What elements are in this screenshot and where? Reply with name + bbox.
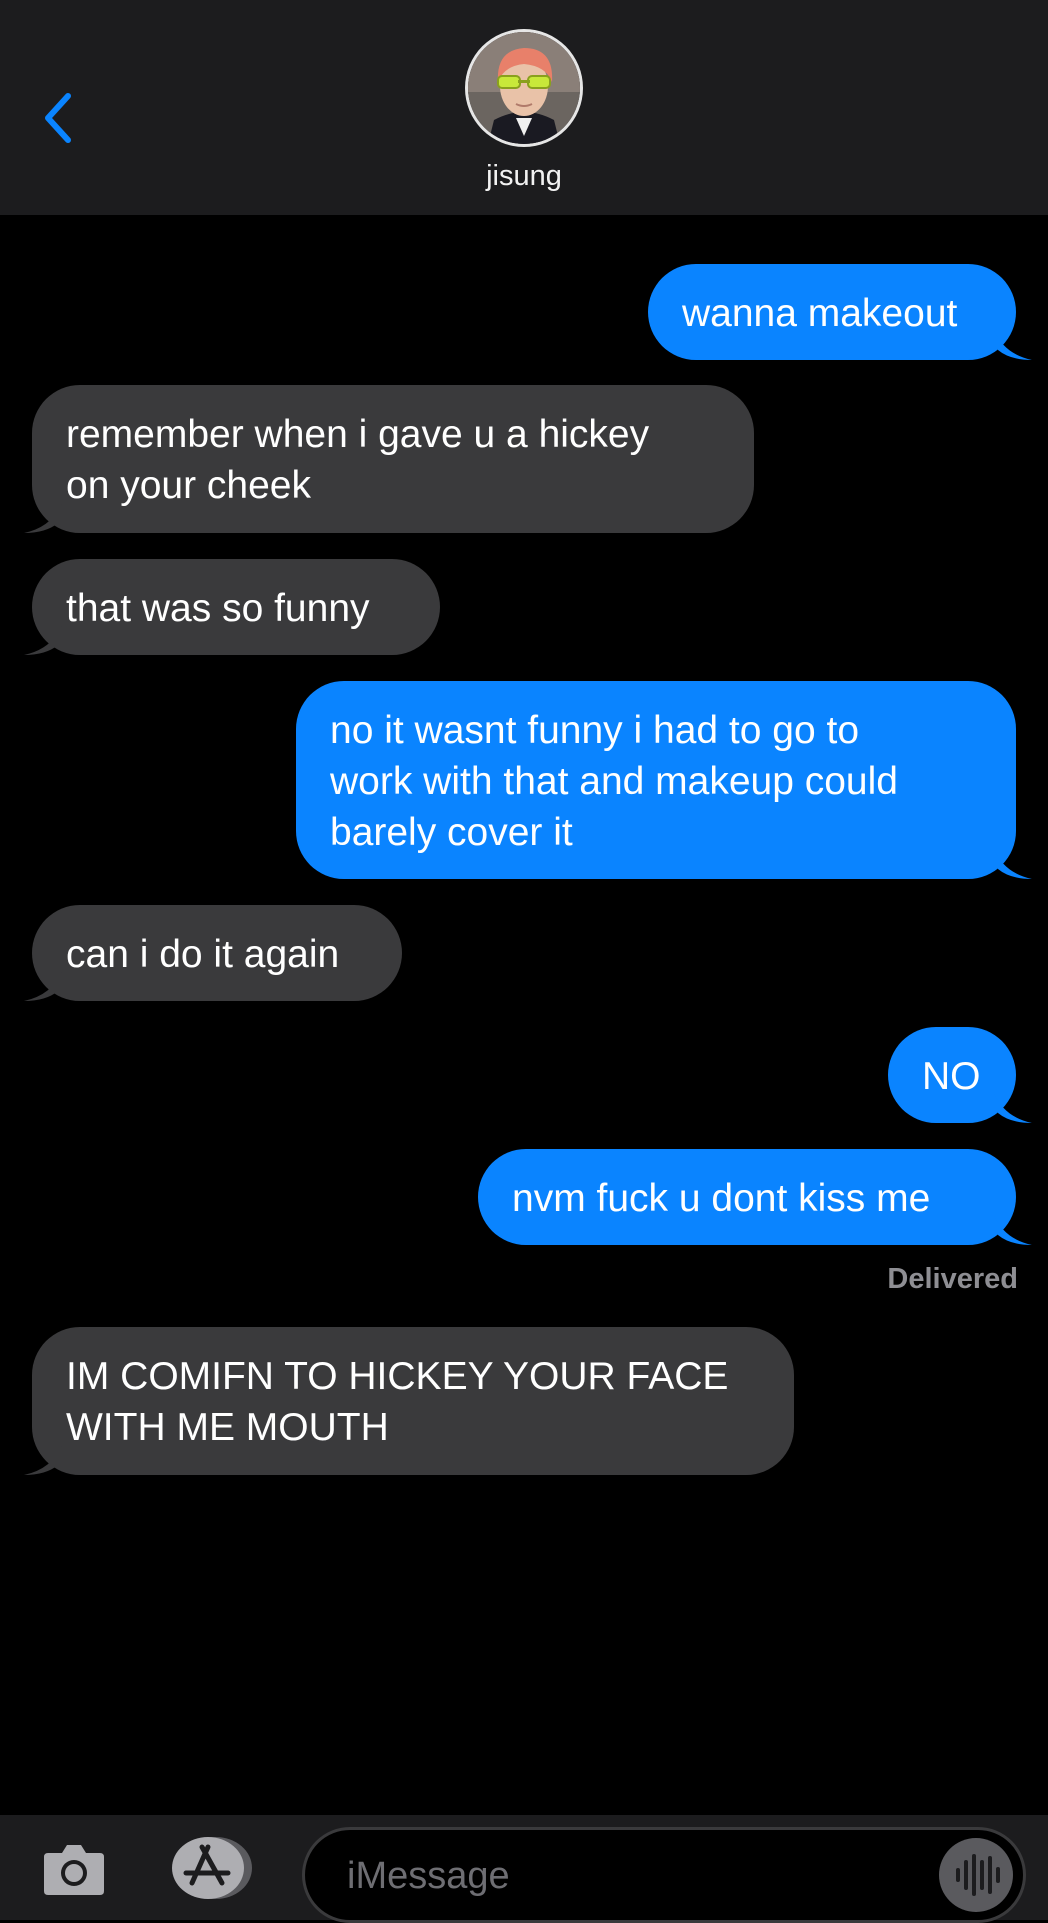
message-text-line: remember when i gave u a hickey: [66, 413, 650, 456]
message-bubble-outgoing[interactable]: no it wasnt funny i had to go to work wi…: [296, 681, 1016, 879]
bubble-tail: [994, 330, 1032, 360]
contact-name[interactable]: jisung: [0, 160, 1048, 193]
message-text: wanna makeout: [682, 292, 958, 335]
conversation-header: jisung: [0, 0, 1048, 215]
message-bubble-incoming[interactable]: that was so funny: [32, 559, 440, 655]
audio-message-button[interactable]: [939, 1838, 1013, 1912]
composer-bar: [0, 1815, 1048, 1923]
message-text-line: IM COMIFN TO HICKEY YOUR FACE: [66, 1355, 729, 1398]
message-text: NO: [922, 1055, 981, 1098]
bubble-tail: [994, 849, 1032, 879]
message-bubble-incoming[interactable]: remember when i gave u a hickey on your …: [32, 385, 754, 533]
audio-waveform-icon: [956, 1854, 1000, 1896]
message-bubble-outgoing[interactable]: nvm fuck u dont kiss me: [478, 1149, 1016, 1245]
message-bubble-incoming[interactable]: can i do it again: [32, 905, 402, 1001]
message-thread: wanna makeout remember when i gave u a h…: [0, 215, 1048, 1815]
message-text-line: on your cheek: [66, 464, 311, 507]
message-text: can i do it again: [66, 933, 340, 976]
message-text-line: WITH ME MOUTH: [66, 1406, 389, 1449]
bubble-tail: [994, 1215, 1032, 1245]
bubble-tail: [994, 1093, 1032, 1123]
message-input-field[interactable]: [302, 1827, 1026, 1923]
chevron-left-icon: [45, 93, 71, 143]
contact-avatar[interactable]: [468, 32, 580, 144]
message-text-line: no it wasnt funny i had to go to: [330, 709, 860, 752]
delivered-status: Delivered: [887, 1263, 1018, 1295]
message-input[interactable]: [345, 1842, 889, 1910]
camera-icon: [44, 1845, 104, 1895]
message-text-line: barely cover it: [330, 811, 573, 854]
back-button[interactable]: [30, 80, 90, 160]
bubble-tail: [24, 1445, 62, 1475]
app-store-button[interactable]: [168, 1835, 256, 1901]
message-bubble-incoming[interactable]: IM COMIFN TO HICKEY YOUR FACE WITH ME MO…: [32, 1327, 794, 1475]
camera-button[interactable]: [42, 1841, 106, 1897]
message-text: that was so funny: [66, 587, 370, 630]
message-text: nvm fuck u dont kiss me: [512, 1177, 931, 1220]
message-text-line: work with that and makeup could: [330, 760, 898, 803]
bubble-tail: [24, 625, 62, 655]
message-bubble-outgoing[interactable]: wanna makeout: [648, 264, 1016, 360]
bubble-tail: [24, 503, 62, 533]
app-store-icon: [172, 1837, 252, 1899]
bubble-tail: [24, 971, 62, 1001]
avatar-photo: [468, 32, 580, 144]
